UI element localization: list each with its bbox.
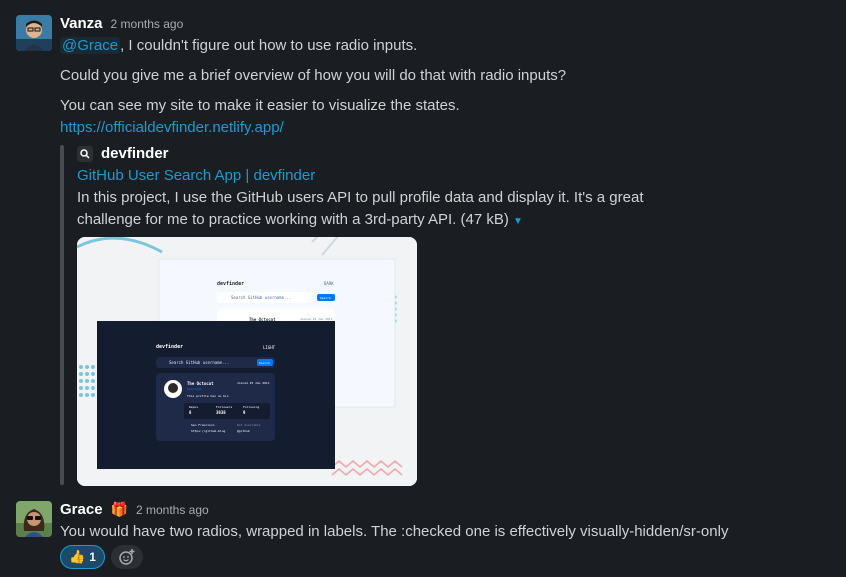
- avatar[interactable]: [16, 15, 52, 51]
- message-text: You would have two radios, wrapped in la…: [60, 523, 729, 540]
- preview-stat-followers-label: Followers: [216, 405, 233, 409]
- preview-handle-dark: @octocat: [187, 387, 202, 391]
- thumbs-up-icon: 👍: [69, 549, 86, 564]
- attachment-title[interactable]: GitHub User Search App | devfinder: [77, 165, 315, 187]
- preview-search-button-dark: Search: [259, 361, 270, 365]
- add-reaction-icon: [119, 549, 135, 565]
- preview-stat-followers: 3938: [216, 410, 226, 415]
- preview-joined-dark: Joined 25 Jan 2011: [237, 381, 270, 385]
- message-text: Could you give me a brief overview of ho…: [60, 67, 567, 84]
- preview-logo-dark: devfinder: [156, 344, 184, 350]
- preview-blog: https://github.blog: [191, 429, 226, 433]
- preview-mode-dark: LIGHT: [263, 345, 276, 350]
- preview-company: @github: [237, 429, 250, 433]
- user-mention[interactable]: @Grace: [60, 37, 121, 54]
- collapse-caret-icon[interactable]: ▼: [513, 216, 523, 227]
- preview-search-dark: Search GitHub username...: [169, 360, 230, 365]
- site-name: devfinder: [101, 145, 169, 162]
- reactions-bar: 👍 1: [60, 545, 143, 569]
- attachment-description: challenge for me to practice working wit…: [77, 211, 523, 228]
- timestamp[interactable]: 2 months ago: [136, 503, 209, 517]
- preview-location: San Francisco: [191, 423, 215, 427]
- preview-stat-following-label: Following: [243, 405, 260, 409]
- author-name[interactable]: Grace: [60, 501, 103, 518]
- preview-stat-repos-label: Repos: [189, 405, 199, 409]
- preview-profile-name-dark: The Octocat: [187, 381, 214, 386]
- message-text: You can see my site to make it easier to…: [60, 97, 460, 114]
- preview-search-light: Search GitHub username...: [231, 295, 292, 300]
- search-icon: [77, 145, 93, 162]
- message-header: Vanza 2 months ago: [60, 15, 183, 32]
- author-status-emoji[interactable]: 🎁: [111, 501, 128, 518]
- timestamp[interactable]: 2 months ago: [111, 17, 184, 31]
- message-line: @Grace, I couldn't figure out how to use…: [60, 35, 417, 57]
- preview-profile-name-light: The Octocat: [249, 317, 276, 322]
- preview-mode-light: DARK: [324, 281, 334, 286]
- message-text: , I couldn't figure out how to use radio…: [120, 37, 418, 54]
- attachment-bar: [60, 145, 64, 485]
- preview-joined-light: Joined 25 Jan 2011: [300, 317, 333, 321]
- preview-bio-dark: This profile has no bio: [187, 394, 229, 398]
- preview-twitter: Not Available: [237, 423, 261, 427]
- attachment-description: In this project, I use the GitHub users …: [77, 189, 644, 206]
- message-link[interactable]: https://officialdevfinder.netlify.app/: [60, 117, 284, 139]
- preview-logo-light: devfinder: [217, 281, 245, 287]
- attachment-preview-image[interactable]: devfinder DARK Search GitHub username...…: [77, 237, 417, 486]
- preview-stat-following: 9: [243, 410, 246, 415]
- avatar[interactable]: [16, 501, 52, 537]
- reaction-thumbs-up[interactable]: 👍 1: [60, 545, 105, 569]
- attachment-site: devfinder: [77, 145, 169, 162]
- author-name[interactable]: Vanza: [60, 15, 103, 32]
- reaction-count: 1: [89, 550, 96, 564]
- add-reaction-button[interactable]: [110, 545, 143, 569]
- preview-search-button-light: Search: [320, 296, 331, 300]
- preview-stat-repos: 8: [189, 410, 192, 415]
- message-header: Grace 🎁 2 months ago: [60, 501, 209, 518]
